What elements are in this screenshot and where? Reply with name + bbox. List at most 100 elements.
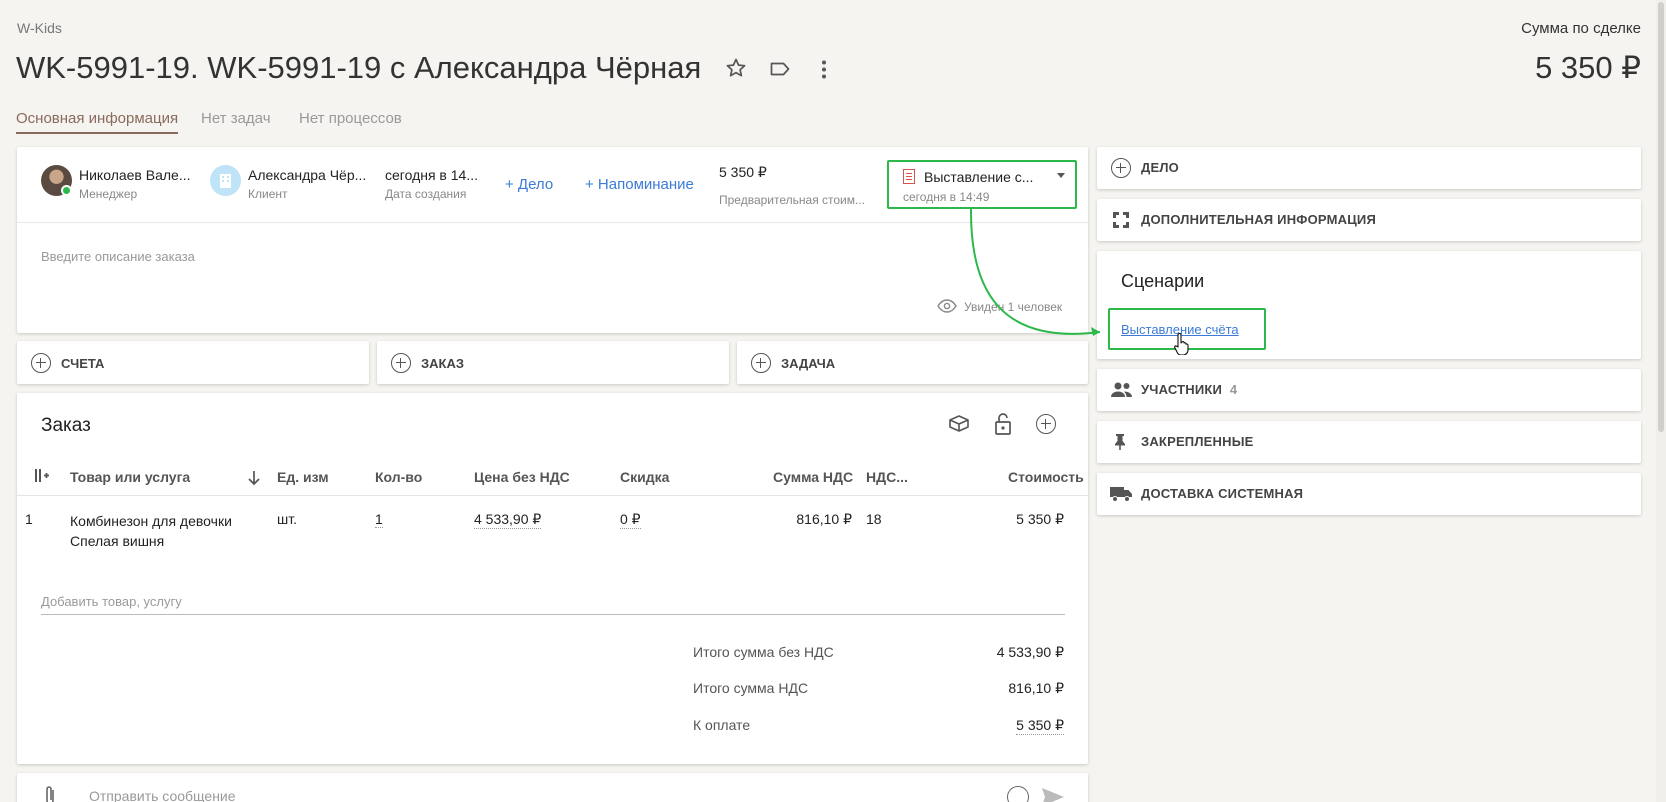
message-input[interactable]: Отправить сообщение [89,788,236,802]
tab-label: Основная информация [16,110,179,127]
add-circle-icon [751,353,771,373]
row-product[interactable]: Комбинезон для девочки Спелая вишня [70,511,232,551]
row-vat-sum: 816,10 ₽ [796,511,852,527]
hand-pointer-icon [1173,333,1191,356]
scenarios-panel: Сценарии Выставление счёта [1097,251,1641,359]
emoji-icon[interactable] [1007,786,1029,802]
created-value: сегодня в 14... [385,167,479,183]
add-reminder-link[interactable]: + Напоминание [585,176,694,193]
document-icon [903,169,915,184]
eye-icon [937,299,957,313]
col-qty[interactable]: Кол-во [375,469,422,485]
sidebar-participants[interactable]: УЧАСТНИКИ 4 [1097,369,1641,411]
client-role: Клиент [248,187,288,201]
pinned-label: ЗАКРЕПЛЕННЫЕ [1141,434,1254,449]
add-invoice-button[interactable]: СЧЕТА [17,341,369,384]
col-vat-rate[interactable]: НДС... [866,469,908,485]
sidebar-case[interactable]: ДЕЛО [1097,147,1641,189]
case-label: ДЕЛО [1141,160,1179,175]
tab-main-info[interactable]: Основная информация [16,110,179,134]
add-circle-icon [31,353,51,373]
client-name[interactable]: Александра Чёр... [248,167,366,183]
participants-count: 4 [1229,382,1238,397]
more-vert-icon[interactable] [812,58,836,82]
stage-selector[interactable]: Выставление с... сегодня в 14:49 [887,160,1077,209]
lock-open-icon[interactable] [991,411,1015,437]
paperclip-icon[interactable] [43,784,57,802]
company-name[interactable]: W-Kids [17,20,62,36]
add-order-button[interactable]: ЗАКАЗ [377,341,729,384]
row-cost: 5 350 ₽ [1016,511,1064,527]
add-product-icon[interactable] [1036,414,1056,434]
summary-card: Николаев Вале... Менеджер Александра Чёр… [17,147,1088,333]
divider [17,222,1088,223]
order-title: Заказ [41,415,91,436]
tab-processes[interactable]: Нет процессов [299,110,402,127]
client-building-icon[interactable] [210,165,241,196]
box-icon[interactable] [947,412,971,436]
col-cost[interactable]: Стоимость [1008,469,1084,485]
scrollbar[interactable] [1656,0,1666,802]
add-circle-icon [1111,158,1131,178]
col-discount[interactable]: Скидка [620,469,669,485]
sidebar-pinned[interactable]: ЗАКРЕПЛЕННЫЕ [1097,421,1641,463]
people-icon [1110,381,1134,399]
manager-role: Менеджер [79,187,138,201]
add-circle-icon [391,353,411,373]
tag-icon[interactable] [768,57,792,81]
scrollbar-thumb[interactable] [1658,2,1664,432]
send-icon[interactable] [1041,787,1065,802]
divider [17,495,1088,496]
total-no-vat-label: Итого сумма без НДС [693,644,834,660]
manager-name[interactable]: Николаев Вале... [79,167,191,183]
order-label: ЗАКАЗ [421,356,464,371]
scenarios-title: Сценарии [1121,271,1205,291]
online-status-dot [61,185,72,196]
message-bar: Отправить сообщение [17,773,1088,802]
created-label: Дата создания [385,187,467,201]
participants-label: УЧАСТНИКИ 4 [1141,369,1237,411]
invoices-label: СЧЕТА [61,356,105,371]
chevron-down-icon [1057,173,1065,178]
row-discount[interactable]: 0 ₽ [620,511,641,529]
tab-label: Нет процессов [299,110,402,127]
sidebar-delivery[interactable]: ДОСТАВКА СИСТЕМНАЯ [1097,473,1641,515]
participants-text: УЧАСТНИКИ [1141,382,1223,397]
to-pay-value[interactable]: 5 350 ₽ [1016,717,1064,735]
col-product[interactable]: Товар или услуга [70,469,190,485]
preliminary-price-value[interactable]: 5 350 ₽ [719,164,767,181]
row-price[interactable]: 4 533,90 ₽ [474,511,542,529]
task-label: ЗАДАЧА [781,356,836,371]
tab-label: Нет задач [201,110,271,127]
col-price[interactable]: Цена без НДС [474,469,570,485]
description-input[interactable]: Введите описание заказа [41,249,195,264]
extra-info-label: ДОПОЛНИТЕЛЬНАЯ ИНФОРМАЦИЯ [1141,212,1377,227]
delivery-label: ДОСТАВКА СИСТЕМНАЯ [1141,486,1304,501]
row-unit[interactable]: шт. [277,511,297,527]
row-vat-rate[interactable]: 18 [866,511,882,527]
add-task-button[interactable]: ЗАДАЧА [737,341,1088,384]
product-name-line2: Спелая вишня [70,533,165,549]
star-icon[interactable] [724,56,748,80]
stage-time: сегодня в 14:49 [903,190,990,204]
add-case-link[interactable]: + Дело [505,176,553,193]
seen-by-text: Увиден 1 человек [964,300,1063,314]
col-vat-sum[interactable]: Сумма НДС [773,469,853,485]
to-pay-label: К оплате [693,717,751,733]
tab-tasks[interactable]: Нет задач [201,110,271,127]
row-qty[interactable]: 1 [375,511,383,528]
stage-name: Выставление с... [924,169,1034,185]
total-no-vat-value: 4 533,90 ₽ [996,644,1064,660]
total-vat-label: Итого сумма НДС [693,680,809,696]
page-title: WK-5991-19. WK-5991-19 с Александра Чёрн… [16,50,702,85]
columns-settings-icon[interactable] [34,468,50,484]
sidebar-extra-info[interactable]: ДОПОЛНИТЕЛЬНАЯ ИНФОРМАЦИЯ [1097,199,1641,241]
sort-arrow-down-icon[interactable] [247,470,261,486]
add-product-placeholder: Добавить товар, услугу [41,594,182,609]
total-vat-value: 816,10 ₽ [1008,680,1064,696]
col-unit[interactable]: Ед. изм [277,469,329,485]
deal-sum-label: Сумма по сделке [1521,20,1641,37]
expand-icon [1111,210,1131,230]
add-product-input[interactable]: Добавить товар, услугу [41,593,1065,615]
pin-icon [1113,433,1127,451]
